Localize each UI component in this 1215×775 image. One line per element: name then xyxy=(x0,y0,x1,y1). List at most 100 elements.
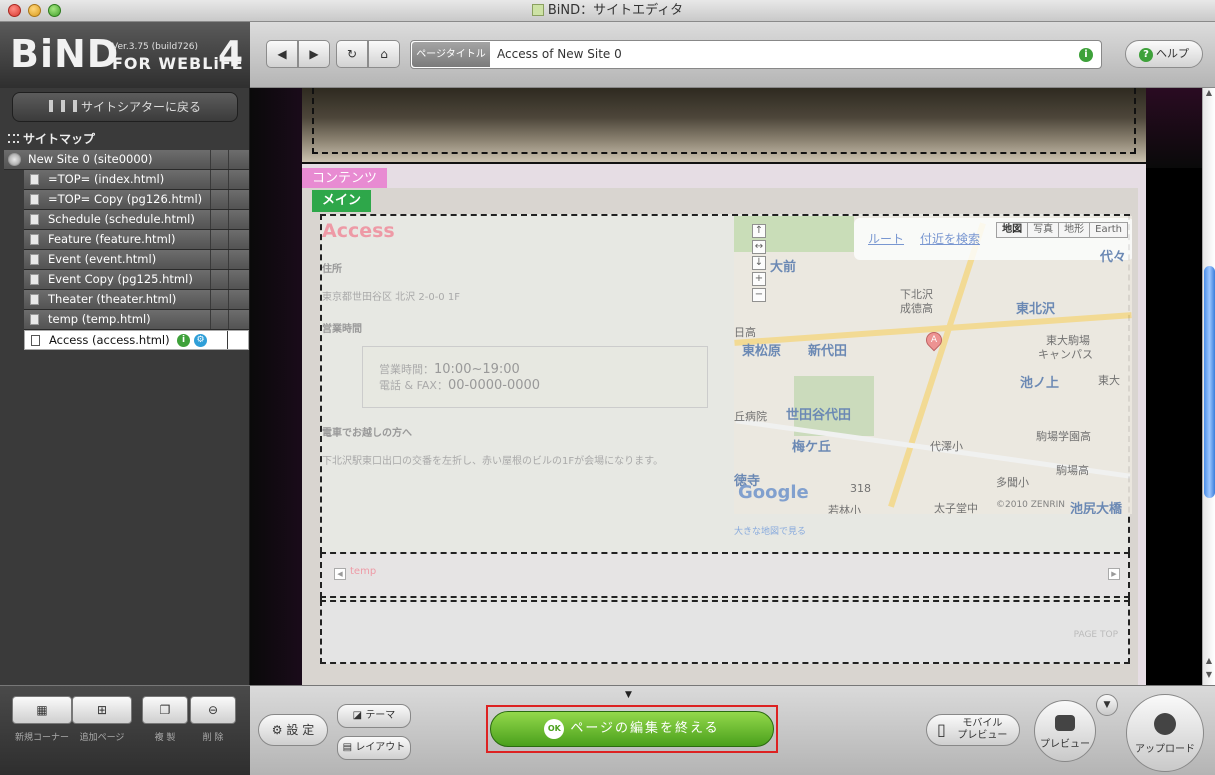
scroll-up-icon[interactable]: ▲ xyxy=(1203,88,1215,100)
map-label: 東大 xyxy=(1098,374,1120,387)
map-pan-up[interactable]: ↑ xyxy=(752,224,766,238)
contents-tab[interactable]: コンテンツ xyxy=(302,168,388,190)
temp-block[interactable]: ◀ temp ▶ xyxy=(320,552,1130,598)
map-marker-label: A xyxy=(930,335,938,345)
prev-arrow-icon[interactable]: ◀ xyxy=(334,568,346,580)
sitemap-page-label: Event (event.html) xyxy=(48,252,157,266)
map-label: 成德高 xyxy=(900,302,933,315)
map-label: 大前 xyxy=(770,260,797,275)
sitemap-icon xyxy=(8,134,19,143)
sitemap-label: サイトマップ xyxy=(23,132,96,146)
sitemap-page-label: Feature (feature.html) xyxy=(48,232,176,246)
sitemap-page-item[interactable]: =TOP= (index.html) xyxy=(24,170,249,190)
zoom-window-button[interactable] xyxy=(48,4,61,17)
mobile-preview-button[interactable]: ▯ モバイル プレビュー xyxy=(926,714,1020,746)
reload-button[interactable]: ↻ xyxy=(336,40,368,68)
page-body: コンテンツ メイン Access 住所 東京都世田谷区 北沢 2-0-0 1F … xyxy=(302,88,1146,685)
access-heading: Access xyxy=(322,220,395,242)
mobile-icon: ▯ xyxy=(937,720,946,739)
map-pan-down[interactable]: ↓ xyxy=(752,256,766,270)
scrollbar-thumb[interactable] xyxy=(1204,266,1215,498)
delete-button[interactable]: ⊖ xyxy=(190,696,236,724)
phone-line: 電話 & FAX：00-0000-0000 xyxy=(379,377,540,393)
page-canvas: コンテンツ メイン Access 住所 東京都世田谷区 北沢 2-0-0 1F … xyxy=(250,88,1202,685)
info-icon[interactable]: i xyxy=(1079,48,1093,62)
sitemap-page-item[interactable]: temp (temp.html) xyxy=(24,310,249,330)
info-icon[interactable]: i xyxy=(177,334,190,347)
preview-options-button[interactable]: ▼ xyxy=(1096,694,1118,716)
contents-area: メイン Access 住所 東京都世田谷区 北沢 2-0-0 1F 営業時間 営… xyxy=(302,188,1138,685)
help-button[interactable]: ? ヘルプ xyxy=(1125,40,1203,68)
upload-icon xyxy=(1154,713,1176,735)
help-label: ヘルプ xyxy=(1156,47,1189,60)
header-block-outline[interactable] xyxy=(312,88,1136,154)
map-pan-lr[interactable]: ↔ xyxy=(752,240,766,254)
window-titlebar: BiND：サイトエディタ xyxy=(0,0,1215,22)
next-arrow-icon[interactable]: ▶ xyxy=(1108,568,1120,580)
logo-brand: BiND xyxy=(10,32,120,76)
map-label: 東北沢 xyxy=(1016,302,1056,317)
sitemap-page-item[interactable]: Schedule (schedule.html) xyxy=(24,210,249,230)
map-tab-earth[interactable]: Earth xyxy=(1089,222,1128,238)
chevron-down-icon[interactable]: ▼ xyxy=(625,690,632,700)
sitemap-page-item[interactable]: Event Copy (pg125.html) xyxy=(24,270,249,290)
theme-icon: ◪ xyxy=(352,710,366,721)
map-nearby-link[interactable]: 付近を検索 xyxy=(920,230,980,247)
big-map-link[interactable]: 大きな地図で見る xyxy=(734,524,806,537)
add-page-button[interactable]: ⊞ xyxy=(72,696,132,724)
theme-button[interactable]: ◪ テーマ xyxy=(337,704,411,728)
sitemap-page-item[interactable]: Feature (feature.html) xyxy=(24,230,249,250)
gear-icon[interactable]: ⚙ xyxy=(194,334,207,347)
close-window-button[interactable] xyxy=(8,4,21,17)
page-title-label: ページタイトル xyxy=(412,42,490,67)
finish-edit-highlight: OK ページの編集を終える xyxy=(486,705,778,753)
scroll-up-icon[interactable]: ▲ xyxy=(1203,656,1215,668)
vertical-scrollbar[interactable]: ▲ ▲ ▼ xyxy=(1202,88,1215,685)
google-logo: Google xyxy=(738,482,809,503)
page-icon xyxy=(30,174,39,185)
map-zoom-out[interactable]: − xyxy=(752,288,766,302)
sitemap-root-label: New Site 0 (site0000) xyxy=(28,152,153,166)
page-icon xyxy=(30,234,39,245)
hours-prefix: 営業時間： xyxy=(379,363,434,376)
help-icon: ? xyxy=(1139,48,1153,62)
home-button[interactable]: ⌂ xyxy=(368,40,400,68)
map-label: 代々 xyxy=(1100,250,1127,265)
sitemap-page-item[interactable]: =TOP= Copy (pg126.html) xyxy=(24,190,249,210)
page-title-field[interactable]: ページタイトル Access of New Site 0 i xyxy=(410,40,1102,69)
duplicate-button[interactable]: ❐ xyxy=(142,696,188,724)
page-top-link[interactable]: PAGE TOP xyxy=(1074,630,1118,640)
map-road-number: 318 xyxy=(850,482,871,495)
forward-button[interactable]: ▶ xyxy=(298,40,330,68)
map-tab-map[interactable]: 地図 xyxy=(996,222,1029,238)
map-tab-terrain[interactable]: 地形 xyxy=(1058,222,1091,238)
sitemap-root-item[interactable]: New Site 0 (site0000) xyxy=(4,150,249,170)
back-to-site-theater-button[interactable]: サイトシアターに戻る xyxy=(12,92,238,122)
sitemap-page-item[interactable]: Event (event.html) xyxy=(24,250,249,270)
map-tab-photo[interactable]: 写真 xyxy=(1027,222,1060,238)
scroll-down-icon[interactable]: ▼ xyxy=(1203,670,1215,682)
header-image xyxy=(302,88,1146,164)
sitemap-page-item-selected[interactable]: Access (access.html) i ⚙ xyxy=(24,330,249,350)
finish-edit-button[interactable]: OK ページの編集を終える xyxy=(490,711,774,747)
layout-button[interactable]: ▤ レイアウト xyxy=(337,736,411,760)
phone-value: 00-0000-0000 xyxy=(447,378,541,393)
footer-block[interactable]: PAGE TOP xyxy=(320,600,1130,664)
map-label: 梅ケ丘 xyxy=(792,440,832,455)
map-zoom-in[interactable]: + xyxy=(752,272,766,286)
page-icon xyxy=(30,254,39,265)
sitemap-page-label: Schedule (schedule.html) xyxy=(48,212,195,226)
map-route-link[interactable]: ルート xyxy=(868,230,904,247)
new-corner-button[interactable]: ▦ xyxy=(12,696,72,724)
page-title-value[interactable]: Access of New Site 0 xyxy=(497,41,622,68)
train-text: 下北沢駅東口出口の交番を左折し、赤い屋根のビルの1Fが会場になります。 xyxy=(322,456,664,467)
preview-button[interactable]: プレビュー xyxy=(1034,700,1096,762)
upload-button[interactable]: アップロード xyxy=(1126,694,1204,772)
google-map[interactable]: ルート 付近を検索 地図 写真 地形 Earth ↑ ↔ ↓ + − 大前 下北… xyxy=(734,216,1132,514)
main-tab[interactable]: メイン xyxy=(312,190,372,212)
minimize-window-button[interactable] xyxy=(28,4,41,17)
preview-label: プレビュー xyxy=(1040,739,1090,750)
sitemap-page-item[interactable]: Theater (theater.html) xyxy=(24,290,249,310)
back-button[interactable]: ◀ xyxy=(266,40,298,68)
settings-button[interactable]: ⚙ 設 定 xyxy=(258,714,328,746)
